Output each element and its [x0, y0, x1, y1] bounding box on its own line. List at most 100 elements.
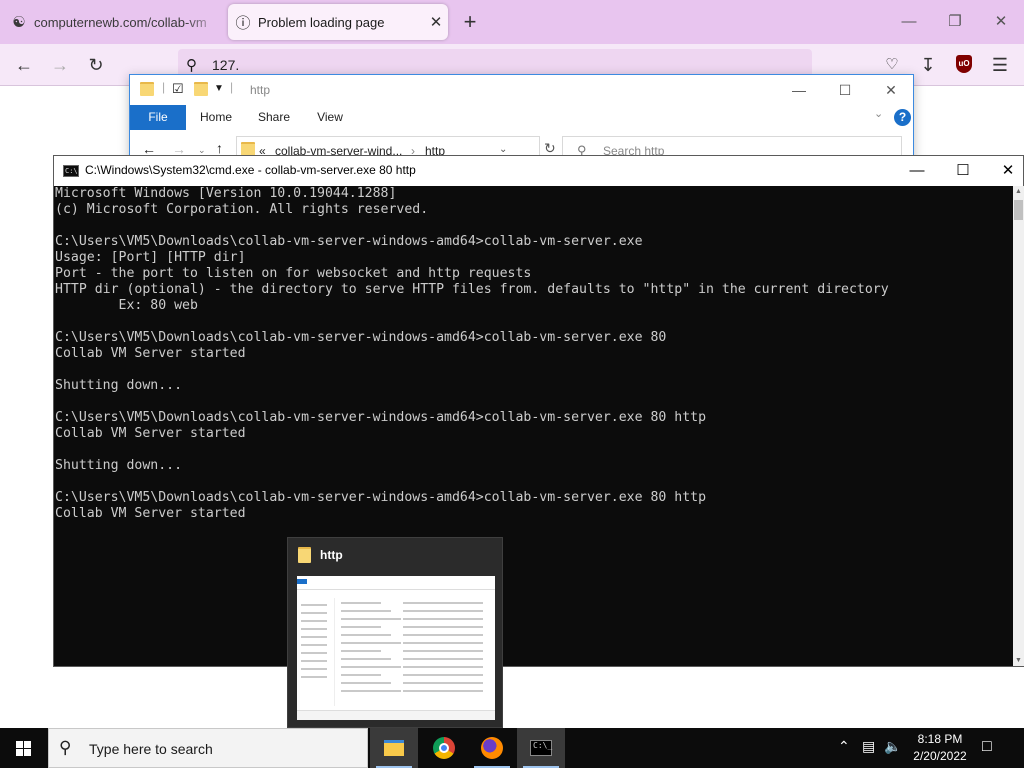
quick-access-dropdown-icon[interactable]: ▼: [214, 83, 224, 94]
clock-time: 8:18 PM: [917, 732, 963, 746]
cmd-title-bar[interactable]: C:\ C:\Windows\System32\cmd.exe - collab…: [54, 156, 1023, 186]
preview-row: [403, 690, 483, 692]
ublock-origin-icon[interactable]: uO: [956, 55, 972, 73]
show-hidden-icons-icon[interactable]: ⌃: [838, 738, 850, 755]
file-explorer-icon[interactable]: [370, 728, 418, 768]
console-line: C:\Users\VM5\Downloads\collab-vm-server-…: [55, 234, 643, 249]
preview-row: [403, 634, 483, 636]
preview-tree-item: [301, 628, 327, 630]
network-icon[interactable]: ▤: [862, 738, 875, 755]
firefox-icon[interactable]: [468, 728, 516, 768]
restore-icon[interactable]: ❐: [932, 8, 978, 36]
close-tab-icon[interactable]: ✕: [424, 13, 448, 31]
tab-title: Problem loading page: [258, 14, 385, 30]
tab-view[interactable]: View: [308, 105, 352, 130]
preview-row: [341, 602, 381, 604]
console-line: C:\Users\VM5\Downloads\collab-vm-server-…: [55, 330, 667, 345]
address-dropdown-icon[interactable]: ⌄: [499, 144, 507, 155]
preview-tree-item: [301, 612, 327, 614]
console-line: Ex: 80 web: [55, 298, 198, 313]
divider: |: [230, 80, 234, 94]
console-line: Usage: [Port] [HTTP dir]: [55, 250, 246, 265]
browser-tab-bar: ☯ computernewb.com/collab-vm ⓘ Problem l…: [0, 0, 1024, 44]
reload-button[interactable]: ↻: [82, 51, 110, 79]
minimize-icon[interactable]: —: [886, 8, 932, 36]
taskbar-thumbnail-preview[interactable]: http: [287, 537, 503, 728]
url-text[interactable]: 127.: [212, 57, 239, 73]
console-line: Port - the port to listen on for websock…: [55, 266, 532, 281]
console-line: Collab VM Server started: [55, 506, 246, 521]
notifications-icon[interactable]: □: [982, 738, 992, 756]
console-line: (c) Microsoft Corporation. All rights re…: [55, 202, 429, 217]
preview-row: [403, 682, 483, 684]
console-line: Microsoft Windows [Version 10.0.19044.12…: [55, 186, 397, 201]
cmd-icon[interactable]: C:\_: [517, 728, 565, 768]
preview-row: [341, 674, 381, 676]
window-title: http: [250, 83, 271, 97]
preview-row: [403, 618, 483, 620]
preview-tree-item: [301, 652, 327, 654]
back-button[interactable]: ←: [10, 51, 38, 79]
preview-row: [341, 658, 391, 660]
cmd-window[interactable]: C:\ C:\Windows\System32\cmd.exe - collab…: [53, 155, 1024, 667]
new-tab-button[interactable]: +: [456, 8, 484, 36]
console-line: Shutting down...: [55, 458, 183, 473]
close-window-icon[interactable]: ✕: [978, 8, 1024, 36]
console-line: Collab VM Server started: [55, 346, 246, 361]
tab-share[interactable]: Share: [252, 105, 296, 130]
expand-ribbon-icon[interactable]: ⌄: [874, 107, 883, 120]
scroll-thumb[interactable]: [1014, 200, 1023, 220]
browser-tab-collab-vm[interactable]: ☯ computernewb.com/collab-vm: [4, 4, 222, 40]
browser-tab-problem-loading[interactable]: ⓘ Problem loading page ✕: [228, 4, 448, 40]
help-icon[interactable]: ?: [894, 109, 911, 126]
preview-row: [403, 674, 483, 676]
minimize-icon[interactable]: —: [776, 79, 822, 101]
scroll-up-icon[interactable]: ▲: [1013, 188, 1024, 195]
tab-title: computernewb.com/collab-vm: [34, 14, 207, 30]
menu-icon[interactable]: ☰: [986, 51, 1014, 79]
preview-tree-item: [301, 676, 327, 678]
minimize-icon[interactable]: —: [894, 156, 940, 186]
clock-date: 2/20/2022: [913, 749, 967, 763]
close-icon[interactable]: ✕: [985, 156, 1024, 186]
window-title: C:\Windows\System32\cmd.exe - collab-vm-…: [85, 163, 416, 177]
preview-row: [403, 658, 483, 660]
console-line: Collab VM Server started: [55, 426, 246, 441]
tab-file[interactable]: File: [130, 105, 186, 130]
maximize-icon[interactable]: ☐: [822, 79, 868, 101]
folder-icon: [298, 547, 311, 566]
tab-home[interactable]: Home: [192, 105, 240, 130]
windows-start-button[interactable]: [0, 728, 48, 768]
close-icon[interactable]: ✕: [868, 79, 914, 101]
chrome-icon[interactable]: [420, 728, 468, 768]
preview-row: [341, 642, 401, 644]
window-preview-image[interactable]: [297, 576, 495, 720]
maximize-icon[interactable]: ☐: [940, 156, 986, 186]
scroll-down-icon[interactable]: ▼: [1013, 657, 1024, 664]
info-circle-icon: ⓘ: [235, 14, 251, 32]
preview-row: [341, 690, 401, 692]
preview-tree-item: [301, 636, 327, 638]
forward-button[interactable]: →: [46, 51, 74, 79]
up-icon[interactable]: ↑: [216, 140, 223, 156]
console-line: C:\Users\VM5\Downloads\collab-vm-server-…: [55, 490, 707, 505]
new-folder-icon[interactable]: [194, 82, 208, 99]
explorer-title-bar[interactable]: | ☑ ▼ | http — ☐ ✕: [130, 75, 913, 105]
taskbar-search-box[interactable]: ⚲ Type here to search: [48, 728, 368, 768]
scrollbar[interactable]: ▲ ▼: [1013, 186, 1024, 666]
checkbox-icon[interactable]: ☑: [172, 81, 184, 97]
preview-row: [341, 618, 401, 620]
clock[interactable]: 8:18 PM 2/20/2022: [898, 731, 982, 765]
preview-row: [341, 666, 401, 668]
taskbar: ⚲ Type here to search C:\_ ⌃ ▤ 🔈 8:18 PM…: [0, 728, 1024, 768]
preview-row: [403, 610, 483, 612]
console-output[interactable]: Microsoft Windows [Version 10.0.19044.12…: [54, 186, 1012, 666]
preview-row: [341, 634, 391, 636]
preview-row: [403, 602, 483, 604]
download-icon[interactable]: ↧: [914, 51, 942, 79]
preview-row: [341, 682, 391, 684]
